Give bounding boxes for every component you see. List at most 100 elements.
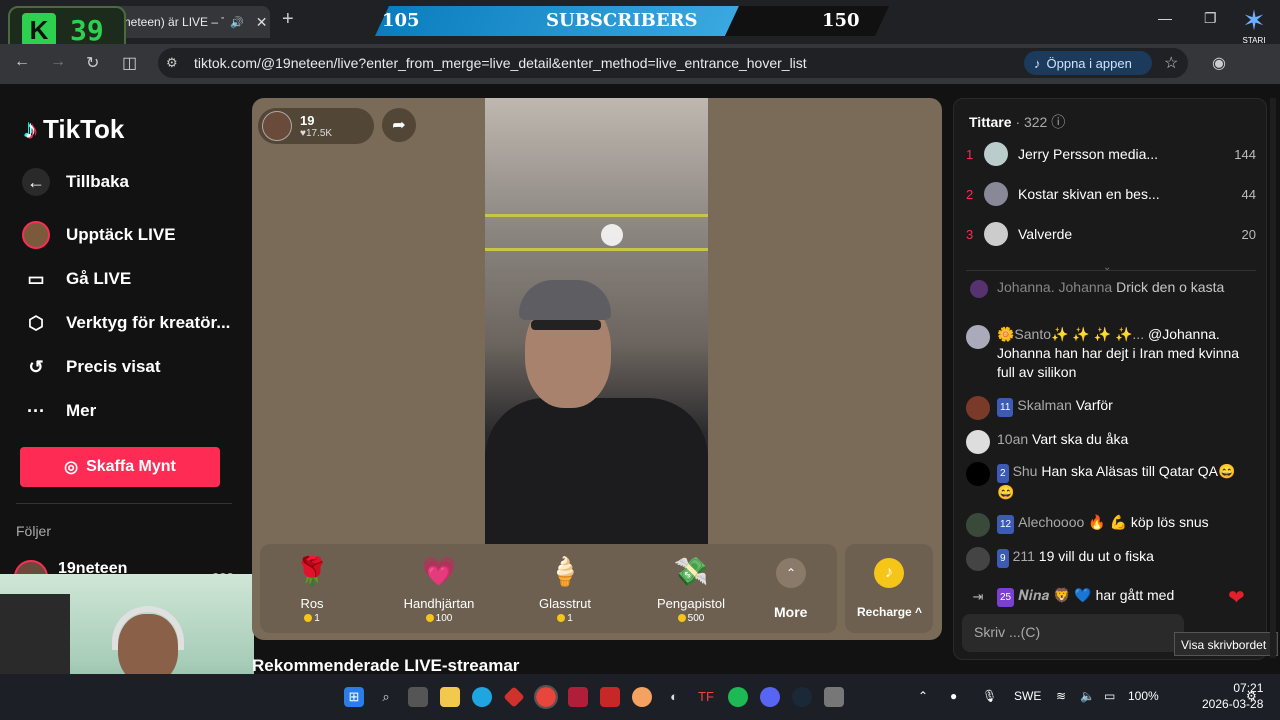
battery-icon[interactable]: ▭ bbox=[1104, 689, 1115, 703]
steam-icon[interactable] bbox=[792, 687, 812, 707]
like-heart-icon[interactable]: ❤ bbox=[1228, 585, 1245, 610]
headphones-icon bbox=[112, 606, 184, 650]
chat-text: köp lös snus bbox=[1130, 514, 1209, 530]
sidebar-item-creator-tools[interactable]: ⬡ Verktyg för kreatör... bbox=[22, 309, 230, 337]
forward-arrow-icon[interactable]: → bbox=[50, 53, 66, 71]
reload-icon[interactable]: ↻ bbox=[86, 53, 99, 73]
wifi-icon[interactable]: ≋ bbox=[1056, 689, 1066, 703]
help-icon[interactable]: ⓘ bbox=[1051, 114, 1065, 130]
top-viewer-row[interactable]: 3 Valverde 20 bbox=[966, 222, 1256, 246]
spotify-icon[interactable] bbox=[728, 687, 748, 707]
subscriber-label: SUBSCRIBERS bbox=[546, 10, 698, 31]
chat-message: 10an Vart ska du åka bbox=[966, 430, 1246, 454]
gift-item[interactable]: 🍦 Glasstrut 1 bbox=[515, 552, 615, 624]
live-avatar-icon bbox=[22, 221, 50, 249]
sidebar-item-discover-live[interactable]: Upptäck LIVE bbox=[22, 221, 176, 249]
app-icon[interactable] bbox=[568, 687, 588, 707]
browser-tab[interactable]: neteen) är LIVE – Ti 🔊 ✕ bbox=[110, 6, 270, 38]
volume-icon[interactable]: 🔈 bbox=[1080, 689, 1095, 703]
file-explorer-icon[interactable] bbox=[440, 687, 460, 707]
chevron-down-icon[interactable]: ⌄ bbox=[1103, 262, 1111, 273]
split-view-icon[interactable]: ◫ bbox=[122, 53, 137, 73]
sidebar-item-go-live[interactable]: ▭ Gå LIVE bbox=[22, 265, 131, 293]
chevron-up-icon[interactable]: ⌃ bbox=[776, 558, 806, 588]
video-person-hat bbox=[519, 280, 611, 320]
tiktok-logo[interactable]: ♪ TikTok bbox=[24, 114, 124, 145]
search-icon[interactable]: ⌕ bbox=[376, 687, 396, 707]
more-gifts-button[interactable]: More bbox=[774, 604, 807, 620]
coin-icon: ◎ bbox=[64, 459, 79, 476]
get-coins-button[interactable]: ◎ Skaffa Mynt bbox=[20, 447, 220, 487]
host-badge[interactable]: 19 ♥17.5K bbox=[258, 108, 374, 144]
share-button[interactable]: ➦ bbox=[382, 108, 416, 142]
edge-icon[interactable] bbox=[472, 687, 492, 707]
top-viewer-row[interactable]: 1 Jerry Persson media... 144 bbox=[966, 142, 1256, 166]
app-icon[interactable] bbox=[632, 687, 652, 707]
new-tab-button[interactable]: + bbox=[282, 8, 294, 31]
gift-name: Ros bbox=[300, 596, 324, 611]
coin-icon bbox=[304, 614, 313, 623]
app-icon[interactable] bbox=[824, 687, 844, 707]
back-icon: ← bbox=[22, 168, 50, 196]
shield-app-icon[interactable] bbox=[600, 687, 620, 707]
video-ceiling-stripe bbox=[485, 248, 708, 251]
tray-app-icon[interactable]: ● bbox=[950, 689, 957, 703]
discord-icon[interactable] bbox=[760, 687, 780, 707]
subscriber-goal: 150 bbox=[822, 10, 860, 31]
rank-number: 2 bbox=[966, 186, 974, 202]
restore-icon[interactable]: ❐ bbox=[1204, 10, 1217, 27]
site-info-icon[interactable]: ⚙ bbox=[166, 55, 178, 71]
gift-item[interactable]: 🌹 Ros 1 bbox=[262, 552, 362, 624]
sidebar-item-more[interactable]: ··· Mer bbox=[22, 397, 96, 425]
chat-message: 9 211 19 vill du ut o fiska bbox=[966, 547, 1246, 571]
open-in-app-button[interactable]: ♪ Öppna i appen bbox=[1024, 51, 1152, 75]
tab-title: neteen) är LIVE – Ti bbox=[124, 15, 224, 29]
minimize-icon[interactable]: — bbox=[1158, 10, 1172, 26]
bookmark-star-icon[interactable]: ☆ bbox=[1164, 53, 1178, 73]
live-video[interactable] bbox=[485, 98, 708, 544]
chrome-icon[interactable] bbox=[534, 685, 558, 709]
tiktok-small-icon: ♪ bbox=[1034, 55, 1041, 71]
rose-icon: 🌹 bbox=[294, 556, 330, 587]
gift-item[interactable]: 💸 Pengapistol 500 bbox=[641, 552, 741, 624]
gift-item[interactable]: 💗 Handhjärtan 100 bbox=[389, 552, 489, 624]
microphone-icon[interactable]: 🎙 bbox=[982, 689, 997, 703]
tab-close-icon[interactable]: ✕ bbox=[256, 14, 268, 31]
sidebar-divider bbox=[16, 503, 232, 504]
gift-price: 500 bbox=[687, 613, 705, 624]
viewer-name: Valverde bbox=[1018, 226, 1073, 242]
url-text[interactable]: tiktok.com/@19neteen/live?enter_from_mer… bbox=[194, 55, 807, 71]
back-arrow-icon[interactable]: ← bbox=[14, 53, 30, 71]
profile-icon[interactable]: ◉ bbox=[1212, 53, 1226, 73]
heart-hands-icon: 💗 bbox=[421, 556, 457, 587]
level-badge: 11 bbox=[997, 398, 1014, 417]
money-gun-icon: 💸 bbox=[673, 556, 709, 587]
language-indicator[interactable]: SWE bbox=[1014, 689, 1041, 703]
subscriber-remaining bbox=[725, 6, 889, 36]
github-icon[interactable]: ◐ bbox=[664, 687, 684, 707]
notification-icon[interactable]: ⚙ bbox=[1246, 689, 1257, 703]
gift-price: 1 bbox=[567, 613, 573, 624]
viewers-count: · 322 bbox=[1015, 114, 1048, 130]
battery-percent[interactable]: 100% bbox=[1128, 689, 1159, 703]
chat-input[interactable]: Skriv ...(C) bbox=[962, 614, 1184, 652]
tooltip: Visa skrivbordet bbox=[1174, 632, 1278, 656]
task-view-icon[interactable] bbox=[408, 687, 428, 707]
level-badge: 12 bbox=[997, 515, 1015, 534]
host-name: 19 bbox=[300, 113, 315, 128]
windows-start-icon[interactable]: ⊞ bbox=[344, 687, 364, 707]
back-label: Tillbaka bbox=[66, 172, 129, 191]
top-viewer-row[interactable]: 2 Kostar skivan en bes... 44 bbox=[966, 182, 1256, 206]
back-button[interactable]: ← Tillbaka bbox=[22, 168, 129, 196]
host-likes: 17.5K bbox=[305, 128, 333, 139]
chat-text: Vart ska du åka bbox=[1032, 431, 1129, 447]
speaker-icon[interactable]: 🔊 bbox=[230, 16, 244, 29]
tray-chevron-icon[interactable]: ⌃ bbox=[918, 689, 928, 703]
sidebar-item-history[interactable]: ↺ Precis visat bbox=[22, 353, 160, 381]
viewer-score: 44 bbox=[1241, 186, 1256, 202]
page-scrollbar[interactable] bbox=[1270, 98, 1276, 658]
chat-message: ⇥ 25 𝑵𝒊𝒏𝒂 🦁 💙 har gått med bbox=[966, 586, 1246, 607]
subscriber-current: 105 bbox=[382, 10, 420, 31]
app-icon[interactable]: TF bbox=[696, 687, 716, 707]
recharge-button[interactable]: ♪ Recharge ^ bbox=[845, 544, 933, 633]
